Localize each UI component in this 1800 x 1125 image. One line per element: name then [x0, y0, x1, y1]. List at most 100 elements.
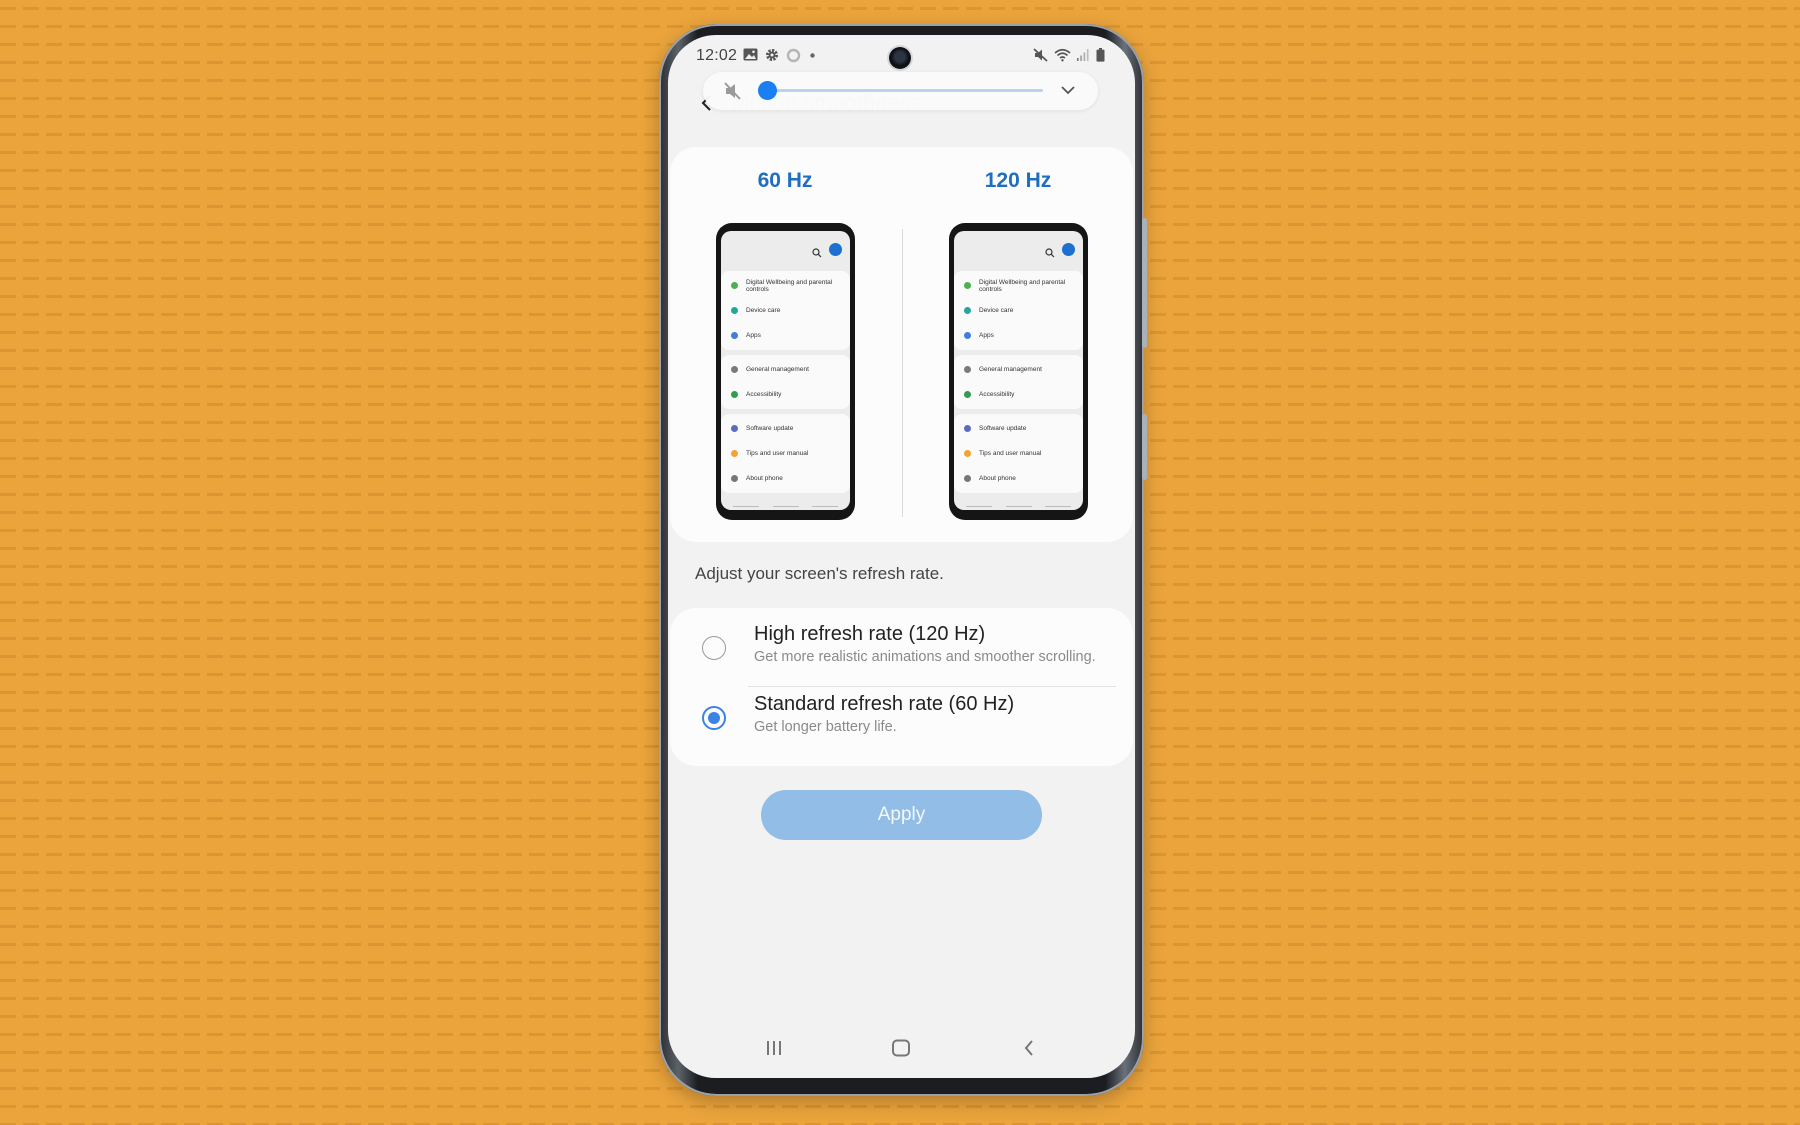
search-icon	[812, 245, 822, 258]
refresh-rate-options: High refresh rate (120 Hz) Get more real…	[670, 608, 1133, 766]
mini-settings-group: Software update Tips and user manual About…	[954, 414, 1083, 493]
mini-settings-item: Software update	[721, 416, 850, 441]
sync-circle-icon	[786, 48, 801, 63]
recents-icon[interactable]	[759, 1036, 789, 1060]
status-time: 12:02	[696, 47, 738, 64]
avatar-icon	[1062, 243, 1075, 256]
preview-phone-60hz: Digital Wellbeing and parental controls D…	[716, 223, 855, 520]
preview-label-60hz: 60 Hz	[757, 169, 813, 192]
search-icon	[1045, 245, 1055, 258]
settings-item-label: Apps	[746, 332, 761, 339]
back-icon[interactable]	[1014, 1036, 1044, 1060]
signal-icon	[1076, 48, 1090, 61]
option-standard-refresh[interactable]: Standard refresh rate (60 Hz) Get longer…	[670, 687, 1133, 766]
mini-settings-item: Tips and user manual	[721, 441, 850, 466]
mini-settings-group: General management Accessibility	[721, 355, 850, 409]
notification-dot-icon	[810, 53, 815, 58]
radio-standard-refresh[interactable]	[702, 706, 726, 730]
settings-item-icon	[731, 425, 738, 432]
power-side-button	[1142, 414, 1147, 480]
settings-item-label: About phone	[979, 475, 1016, 482]
volume-side-button	[1142, 218, 1147, 348]
settings-item-icon	[964, 307, 971, 314]
mini-settings-group: Digital Wellbeing and parental controls D…	[721, 271, 850, 350]
volume-slider-track[interactable]	[768, 89, 1043, 92]
settings-gear-icon	[765, 48, 779, 62]
option-subtitle: Get longer battery life.	[754, 719, 897, 735]
navigation-bar	[668, 1020, 1135, 1078]
option-subtitle: Get more realistic animations and smooth…	[754, 649, 1096, 665]
volume-slider-knob[interactable]	[758, 81, 777, 100]
settings-item-icon	[731, 475, 738, 482]
preview-screen: Digital Wellbeing and parental controls D…	[954, 231, 1083, 510]
mini-settings-list: Digital Wellbeing and parental controls D…	[954, 271, 1083, 493]
mini-settings-item: Accessibility	[721, 382, 850, 407]
settings-item-icon	[731, 332, 738, 339]
mini-navbar	[966, 506, 1071, 507]
settings-item-icon	[964, 332, 971, 339]
settings-item-icon	[731, 391, 738, 398]
mini-navbar	[733, 506, 838, 507]
settings-item-label: Digital Wellbeing and parental controls	[979, 278, 1066, 293]
preview-divider	[902, 229, 903, 517]
mute-icon[interactable]	[723, 82, 743, 105]
front-camera	[889, 47, 911, 69]
settings-item-label: General management	[979, 366, 1042, 373]
preview-label-120hz: 120 Hz	[984, 169, 1052, 192]
mini-settings-item: Device care	[954, 298, 1083, 323]
phone-screen: 12:02 Motion smoothness	[668, 35, 1135, 1078]
mini-settings-item: Tips and user manual	[954, 441, 1083, 466]
settings-item-icon	[964, 391, 971, 398]
settings-item-label: Software update	[979, 425, 1027, 432]
settings-item-label: Device care	[979, 307, 1014, 314]
wifi-icon	[1054, 48, 1071, 62]
preview-phone-120hz: Digital Wellbeing and parental controls D…	[949, 223, 1088, 520]
mini-settings-item: Apps	[721, 323, 850, 348]
mini-settings-item: Apps	[954, 323, 1083, 348]
avatar-icon	[829, 243, 842, 256]
settings-item-icon	[731, 282, 738, 289]
refresh-rate-preview-card: 60 Hz 120 Hz Digital Wellbeing and paren…	[670, 147, 1133, 542]
settings-item-label: About phone	[746, 475, 783, 482]
settings-item-icon	[964, 425, 971, 432]
preview-screen: Digital Wellbeing and parental controls D…	[721, 231, 850, 510]
settings-item-icon	[964, 282, 971, 289]
settings-item-label: Digital Wellbeing and parental controls	[746, 278, 833, 293]
status-bar: 12:02	[668, 35, 1135, 75]
gallery-icon	[743, 48, 758, 61]
mini-settings-group: General management Accessibility	[954, 355, 1083, 409]
mini-settings-item: About phone	[954, 466, 1083, 491]
settings-item-label: Tips and user manual	[979, 450, 1042, 457]
volume-popup	[703, 72, 1098, 110]
mini-settings-item: Digital Wellbeing and parental controls	[954, 273, 1083, 298]
mini-settings-item: Device care	[721, 298, 850, 323]
apply-button[interactable]: Apply	[761, 790, 1042, 840]
mini-settings-item: Digital Wellbeing and parental controls	[721, 273, 850, 298]
settings-item-label: Apps	[979, 332, 994, 339]
mute-icon	[1033, 48, 1049, 62]
settings-item-label: Tips and user manual	[746, 450, 809, 457]
mini-settings-group: Software update Tips and user manual About…	[721, 414, 850, 493]
description-text: Adjust your screen's refresh rate.	[695, 564, 944, 583]
settings-item-label: Device care	[746, 307, 781, 314]
home-icon[interactable]	[886, 1036, 916, 1060]
settings-item-label: Software update	[746, 425, 794, 432]
settings-item-label: General management	[746, 366, 809, 373]
mini-settings-group: Digital Wellbeing and parental controls D…	[954, 271, 1083, 350]
mini-settings-item: General management	[954, 357, 1083, 382]
option-title: High refresh rate (120 Hz)	[754, 623, 986, 645]
settings-item-icon	[731, 450, 738, 457]
mini-settings-item: Accessibility	[954, 382, 1083, 407]
settings-item-icon	[964, 450, 971, 457]
mini-settings-item: Software update	[954, 416, 1083, 441]
radio-high-refresh[interactable]	[702, 636, 726, 660]
battery-icon	[1096, 48, 1105, 62]
settings-item-label: Accessibility	[979, 391, 1015, 398]
settings-item-icon	[964, 366, 971, 373]
mini-settings-item: General management	[721, 357, 850, 382]
option-high-refresh[interactable]: High refresh rate (120 Hz) Get more real…	[670, 608, 1133, 687]
chevron-down-icon[interactable]	[1060, 83, 1076, 101]
settings-item-icon	[731, 307, 738, 314]
option-title: Standard refresh rate (60 Hz)	[754, 693, 1015, 715]
settings-item-icon	[731, 366, 738, 373]
